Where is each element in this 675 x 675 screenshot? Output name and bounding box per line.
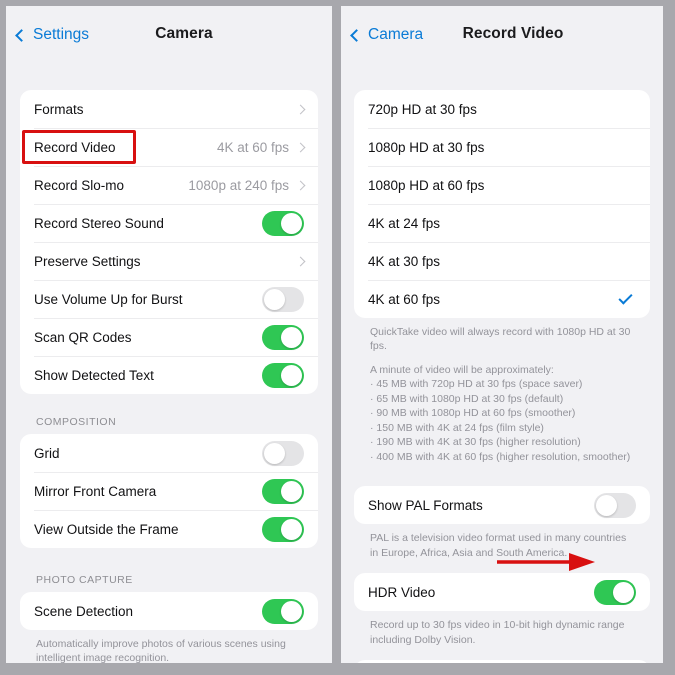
screenshot-root: Settings Camera Formats Record Video 4K … <box>0 0 675 675</box>
right-navbar: Camera Record Video <box>341 6 663 64</box>
toggle-view-outside-the-frame[interactable] <box>262 516 304 542</box>
chevron-right-icon <box>295 142 306 152</box>
footer-hdr-video: Record up to 30 fps video in 10-bit high… <box>370 619 625 646</box>
row-auto-fps[interactable]: Auto FPS Auto 30 fps <box>354 660 650 663</box>
row-label: Record Video <box>34 139 116 155</box>
row-label: HDR Video <box>368 584 436 600</box>
row-label: View Outside the Frame <box>34 521 179 537</box>
row-label: Mirror Front Camera <box>34 483 157 499</box>
toggle-grid[interactable] <box>262 440 304 466</box>
row-label: Preserve Settings <box>34 253 141 269</box>
option-label: 4K at 60 fps <box>368 291 441 307</box>
composition-group: Grid Mirror Front Camera View Outside th… <box>20 434 318 548</box>
camera-settings-panel: Settings Camera Formats Record Video 4K … <box>6 6 332 663</box>
left-navbar: Settings Camera <box>6 6 332 64</box>
row-record-video[interactable]: Record Video 4K at 60 fps <box>20 128 318 166</box>
row-label: Show PAL Formats <box>368 497 483 513</box>
row-scene-detection[interactable]: Scene Detection <box>20 592 318 630</box>
row-formats[interactable]: Formats <box>20 90 318 128</box>
row-label: Scene Detection <box>34 603 134 619</box>
bullet-item: 45 MB with 720p HD at 30 fps (space save… <box>370 377 634 391</box>
row-record-stereo-sound[interactable]: Record Stereo Sound <box>20 204 318 242</box>
footer-size-intro: A minute of video will be approximately: <box>370 363 554 376</box>
auto-fps-group: Auto FPS Auto 30 fps <box>354 660 650 663</box>
page-title: Camera <box>155 25 213 42</box>
option-label: 4K at 30 fps <box>368 253 441 269</box>
section-header-photo-capture: PHOTO CAPTURE <box>36 574 133 586</box>
chevron-right-icon <box>295 256 306 266</box>
photo-capture-group: Scene Detection <box>20 592 318 630</box>
row-grid[interactable]: Grid <box>20 434 318 472</box>
bullet-item: 90 MB with 1080p HD at 60 fps (smoother) <box>370 406 634 420</box>
video-resolution-options-group: 720p HD at 30 fps 1080p HD at 30 fps 108… <box>354 90 650 318</box>
row-use-volume-up-for-burst[interactable]: Use Volume Up for Burst <box>20 280 318 318</box>
toggle-use-volume-up-for-burst[interactable] <box>262 286 304 312</box>
toggle-mirror-front-camera[interactable] <box>262 478 304 504</box>
row-label: Record Stereo Sound <box>34 215 164 231</box>
option-label: 1080p HD at 60 fps <box>368 177 485 193</box>
record-video-panel: Camera Record Video 720p HD at 30 fps 10… <box>341 6 663 663</box>
option-label: 720p HD at 30 fps <box>368 101 477 117</box>
footer-size-bullet-list: 45 MB with 720p HD at 30 fps (space save… <box>370 377 634 464</box>
footer-quicktake-text: QuickTake video will always record with … <box>370 326 631 353</box>
option-4k-24[interactable]: 4K at 24 fps <box>354 204 650 242</box>
pal-formats-group: Show PAL Formats <box>354 486 650 525</box>
row-label: Use Volume Up for Burst <box>34 291 183 307</box>
toggle-show-pal-formats[interactable] <box>594 492 636 518</box>
footer-scene-detection: Automatically improve photos of various … <box>36 638 286 663</box>
option-label: 4K at 24 fps <box>368 215 441 231</box>
option-label: 1080p HD at 30 fps <box>368 139 485 155</box>
right-scroll-body: 720p HD at 30 fps 1080p HD at 30 fps 108… <box>341 64 663 663</box>
row-label: Formats <box>34 101 84 117</box>
toggle-scene-detection[interactable] <box>262 598 304 624</box>
bullet-item: 190 MB with 4K at 30 fps (higher resolut… <box>370 435 634 449</box>
camera-main-group: Formats Record Video 4K at 60 fps Record… <box>20 90 318 394</box>
toggle-show-detected-text[interactable] <box>262 362 304 388</box>
option-1080p-hd-60[interactable]: 1080p HD at 60 fps <box>354 166 650 204</box>
row-show-pal-formats[interactable]: Show PAL Formats <box>354 486 650 524</box>
row-value: 1080p at 240 fps <box>188 177 289 193</box>
bullet-item: 400 MB with 4K at 60 fps (higher resolut… <box>370 450 634 464</box>
row-label: Grid <box>34 445 60 461</box>
row-scan-qr-codes[interactable]: Scan QR Codes <box>20 318 318 356</box>
row-mirror-front-camera[interactable]: Mirror Front Camera <box>20 472 318 510</box>
toggle-hdr-video[interactable] <box>594 579 636 605</box>
page-title: Record Video <box>462 25 564 42</box>
option-720p-hd-30[interactable]: 720p HD at 30 fps <box>354 90 650 128</box>
checkmark-icon <box>618 289 633 305</box>
row-label: Record Slo-mo <box>34 177 125 193</box>
footer-pal-formats: PAL is a television video format used in… <box>370 532 627 559</box>
chevron-right-icon <box>295 180 306 190</box>
section-header-composition: COMPOSITION <box>36 416 117 428</box>
row-preserve-settings[interactable]: Preserve Settings <box>20 242 318 280</box>
row-value: 4K at 60 fps <box>216 139 289 155</box>
row-label: Scan QR Codes <box>34 329 132 345</box>
option-1080p-hd-30[interactable]: 1080p HD at 30 fps <box>354 128 650 166</box>
row-show-detected-text[interactable]: Show Detected Text <box>20 356 318 394</box>
row-record-slo-mo[interactable]: Record Slo-mo 1080p at 240 fps <box>20 166 318 204</box>
footer-record-video: QuickTake video will always record with … <box>354 318 650 464</box>
toggle-scan-qr-codes[interactable] <box>262 324 304 350</box>
row-view-outside-the-frame[interactable]: View Outside the Frame <box>20 510 318 548</box>
option-4k-60[interactable]: 4K at 60 fps <box>354 280 650 318</box>
option-4k-30[interactable]: 4K at 30 fps <box>354 242 650 280</box>
bullet-item: 65 MB with 1080p HD at 30 fps (default) <box>370 392 634 406</box>
left-scroll-body: Formats Record Video 4K at 60 fps Record… <box>6 64 332 663</box>
toggle-record-stereo-sound[interactable] <box>262 210 304 236</box>
row-hdr-video[interactable]: HDR Video <box>354 573 650 611</box>
row-label: Show Detected Text <box>34 367 154 383</box>
hdr-video-group: HDR Video <box>354 573 650 612</box>
bullet-item: 150 MB with 4K at 24 fps (film style) <box>370 421 634 435</box>
chevron-right-icon <box>295 104 306 114</box>
